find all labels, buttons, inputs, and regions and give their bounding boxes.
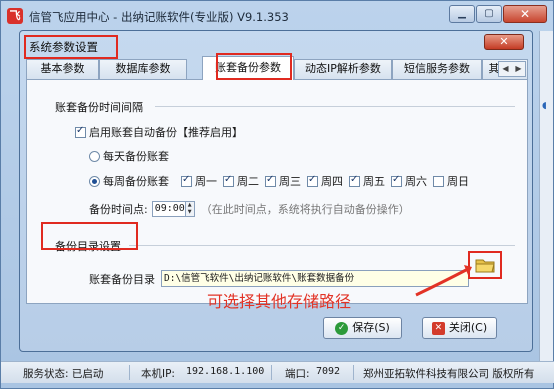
status-bar: 服务状态: 已启动 本机IP: 192.168.1.100 端口: 7092 郑…	[1, 361, 554, 383]
day-thursday[interactable]: 周四	[307, 173, 343, 189]
day-checkbox[interactable]	[349, 174, 360, 187]
tab-scroll-right-icon[interactable]: ▶	[512, 62, 525, 76]
daily-backup-radio[interactable]	[89, 150, 100, 162]
day-label: 周日	[447, 175, 469, 188]
tab-scroll-left-icon[interactable]: ◀	[499, 62, 512, 76]
interval-section-label: 账套备份时间间隔	[55, 101, 143, 114]
day-checkbox[interactable]	[307, 174, 318, 187]
day-monday[interactable]: 周一	[181, 173, 217, 189]
day-label: 周一	[195, 175, 217, 188]
main-titlebar[interactable]: 飞 信管飞应用中心 - 出纳记账软件(专业版) V9.1.353 ▁ ▢ ✕	[1, 1, 554, 31]
auto-backup-label: 启用账套自动备份【推荐启用】	[89, 126, 243, 139]
port-label: 端口:	[285, 368, 310, 380]
spin-down-icon[interactable]: ▼	[186, 209, 194, 216]
day-label: 周六	[405, 175, 427, 188]
day-sunday[interactable]: 周日	[433, 173, 469, 189]
day-friday[interactable]: 周五	[349, 173, 385, 189]
time-spinner[interactable]: ▲ ▼	[185, 201, 195, 217]
tab-database[interactable]: 数据库参数	[99, 59, 187, 79]
dialog-close-button[interactable]: ✕	[484, 34, 524, 50]
tab-basic[interactable]: 基本参数	[26, 59, 99, 79]
backup-dir-label: 账套备份目录	[89, 272, 155, 286]
company-copyright: 郑州亚拓软件科技有限公司 版权所有	[363, 368, 535, 380]
close-x-icon: ✕	[431, 321, 445, 335]
daily-backup-label: 每天备份账套	[103, 150, 169, 163]
day-checkbox[interactable]	[433, 175, 444, 187]
day-tuesday[interactable]: 周二	[223, 173, 259, 189]
auto-backup-checkbox[interactable]	[75, 125, 86, 138]
backup-time-hint: （在此时间点，系统将执行自动备份操作）	[200, 203, 410, 216]
status-divider	[271, 365, 272, 380]
minimize-button[interactable]: ▁	[449, 5, 475, 23]
local-ip-value: 192.168.1.100	[186, 366, 265, 377]
service-status: 服务状态: 已启动	[23, 368, 104, 380]
app-title: 信管飞应用中心 - 出纳记账软件(专业版) V9.1.353	[29, 10, 289, 24]
side-panel-mark-icon: ◖	[542, 101, 547, 111]
close-button[interactable]: ✕ 关闭(C)	[422, 317, 497, 339]
backup-time-label: 备份时间点:	[89, 203, 148, 216]
background-side-panel: ◖	[539, 31, 553, 361]
day-label: 周五	[363, 175, 385, 188]
weekly-backup-row: 每周备份账套 周一 周二 周三 周四 周五 周六 周日	[89, 173, 475, 189]
close-button-label: 关闭(C)	[448, 321, 488, 334]
tab-sms[interactable]: 短信服务参数	[392, 59, 482, 79]
backup-time-input[interactable]: 09:00	[151, 201, 186, 217]
checkmark-icon: ✓	[335, 321, 349, 335]
save-button-label: 保存(S)	[352, 321, 390, 334]
maximize-icon: ▢	[484, 8, 494, 19]
window-close-button[interactable]: ✕	[503, 5, 547, 23]
section-divider	[155, 106, 515, 107]
highlight-box-title	[24, 35, 118, 59]
minimize-icon: ▁	[458, 8, 466, 19]
day-wednesday[interactable]: 周三	[265, 173, 301, 189]
window-controls: ▁ ▢ ✕	[449, 5, 547, 23]
annotation-arrow-icon	[415, 265, 472, 297]
spin-up-icon[interactable]: ▲	[186, 202, 194, 209]
day-checkbox[interactable]	[181, 174, 192, 187]
day-label: 周四	[321, 175, 343, 188]
highlight-box-dir-section	[41, 222, 138, 250]
local-ip-label: 本机IP:	[141, 368, 175, 380]
maximize-button[interactable]: ▢	[476, 5, 502, 23]
backup-time-row: 备份时间点: 09:00 ▲ ▼ （在此时间点，系统将执行自动备份操作）	[89, 201, 410, 217]
day-checkbox[interactable]	[223, 174, 234, 187]
app-logo-icon: 飞	[7, 8, 23, 24]
highlight-box-tab	[216, 53, 292, 80]
day-checkbox[interactable]	[391, 174, 402, 187]
main-window: 飞 信管飞应用中心 - 出纳记账软件(专业版) V9.1.353 ▁ ▢ ✕ ◖…	[0, 0, 554, 389]
save-button[interactable]: ✓ 保存(S)	[323, 317, 402, 339]
port-value: 7092	[316, 366, 341, 377]
status-divider	[353, 365, 354, 380]
annotation-text: 可选择其他存储路径	[207, 292, 352, 311]
daily-backup-row[interactable]: 每天备份账套	[89, 148, 169, 164]
tab-dynamic-ip[interactable]: 动态IP解析参数	[294, 59, 392, 79]
day-checkbox[interactable]	[265, 174, 276, 187]
weekly-backup-radio[interactable]	[89, 175, 100, 187]
auto-backup-row[interactable]: 启用账套自动备份【推荐启用】	[75, 124, 243, 140]
tab-scroll-control: ◀ ▶	[498, 61, 526, 77]
weekly-backup-label: 每周备份账套	[103, 175, 169, 188]
close-icon: ✕	[519, 7, 531, 21]
section-divider	[129, 245, 515, 246]
day-saturday[interactable]: 周六	[391, 173, 427, 189]
day-label: 周二	[237, 175, 259, 188]
day-label: 周三	[279, 175, 301, 188]
status-divider	[129, 365, 130, 380]
